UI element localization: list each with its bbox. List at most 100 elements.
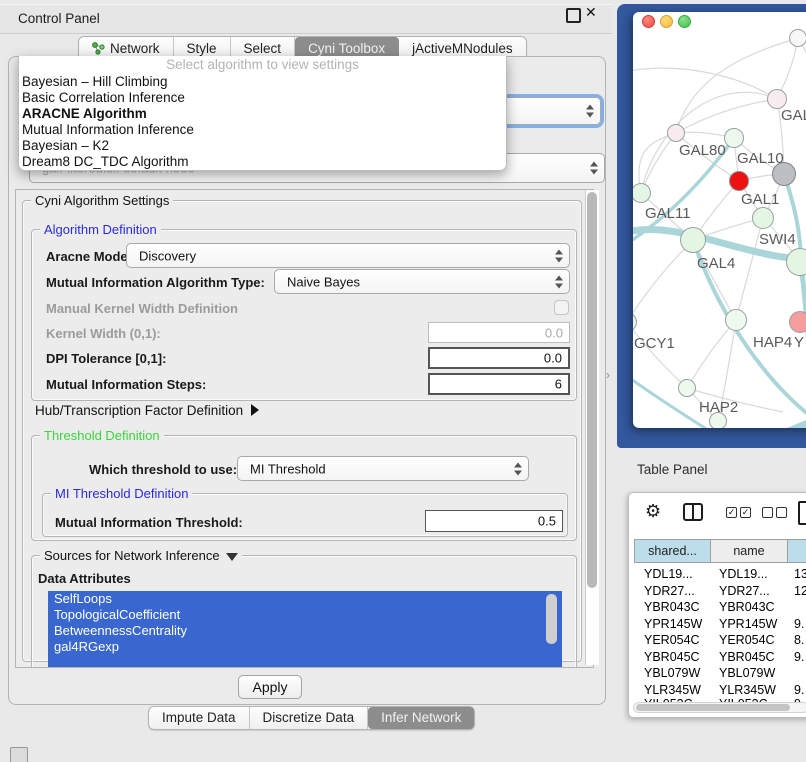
list-scrollbar[interactable]	[546, 594, 557, 644]
kernel-width-label: Kernel Width (0,1):	[46, 326, 161, 341]
column-header-shared-name[interactable]: shared...	[634, 539, 711, 563]
data-attributes-label: Data Attributes	[38, 571, 131, 586]
column-header-partial[interactable]	[788, 539, 806, 563]
float-window-icon[interactable]	[566, 8, 581, 23]
algorithm-option[interactable]: Dream8 DC_TDC Algorithm	[19, 154, 506, 170]
dpi-tolerance-field[interactable]: 0.0	[428, 347, 570, 369]
node-gal80[interactable]	[667, 124, 685, 142]
tab-discretize-data[interactable]: Discretize Data	[250, 707, 369, 729]
threshold-definition-title: Threshold Definition	[40, 428, 164, 443]
aracne-mode-value: Discovery	[139, 248, 196, 263]
cyni-algorithm-settings-group: Cyni Algorithm Settings Algorithm Defini…	[22, 200, 582, 662]
node-gal4[interactable]	[680, 227, 706, 253]
mi-steps-value: 6	[555, 377, 562, 392]
data-attributes-list: SelfLoops TopologicalCoefficient Between…	[48, 591, 562, 668]
apply-button[interactable]: Apply	[238, 675, 302, 699]
which-threshold-value: MI Threshold	[250, 461, 326, 476]
tab-infer-network[interactable]: Infer Network	[368, 707, 474, 729]
aracne-mode-label: Aracne Mode:	[46, 249, 132, 264]
manual-kernel-checkbox[interactable]	[554, 300, 569, 315]
list-item[interactable]: TopologicalCoefficient	[48, 607, 562, 623]
node-red-selected[interactable]	[729, 171, 749, 191]
tab-infer-network-label: Infer Network	[381, 707, 461, 729]
node-gal1[interactable]	[752, 207, 774, 229]
restore-panel-button[interactable]	[10, 747, 28, 762]
table-row[interactable]: YPR145WYPR145W9.	[634, 616, 806, 633]
node-label: SWI4	[759, 231, 796, 248]
node-label: GAL80	[679, 142, 726, 159]
node-label: Y	[794, 334, 804, 351]
node-hap2[interactable]	[678, 379, 696, 397]
node-gal[interactable]	[767, 89, 787, 109]
list-item[interactable]: SelfLoops	[48, 591, 562, 607]
node-hap4[interactable]	[725, 309, 747, 331]
which-threshold-label: Which threshold to use:	[89, 462, 237, 477]
mi-threshold-definition-group: MI Threshold Definition Mutual Informati…	[42, 493, 568, 537]
node-label: GAL11	[645, 205, 691, 222]
dropdown-prompt: Select algorithm to view settings	[19, 56, 506, 74]
select-all-checkbox-icon-2[interactable]: ✓	[740, 507, 751, 518]
deselect-checkbox-icon[interactable]	[762, 507, 773, 518]
algorithm-definition-group: Algorithm Definition Aracne Mode: Discov…	[31, 229, 577, 401]
table-row[interactable]: YBR045CYBR045C9.	[634, 649, 806, 666]
table-row[interactable]: YER054CYER054C8.	[634, 632, 806, 649]
list-item-partial[interactable]	[48, 655, 562, 668]
algorithm-dropdown-popup: Select algorithm to view settings Bayesi…	[18, 56, 507, 171]
sources-title[interactable]: Sources for Network Inference	[40, 548, 242, 563]
combo-stepper-icon	[555, 275, 563, 288]
document-icon[interactable]	[798, 501, 806, 525]
network-icon	[92, 42, 105, 55]
list-item[interactable]: gal4RGexp	[48, 639, 562, 655]
mi-type-select[interactable]: Naive Bayes	[274, 269, 570, 294]
list-item[interactable]: BetweennessCentrality	[48, 623, 562, 639]
deselect-checkbox-icon-2[interactable]	[776, 507, 787, 518]
table-row[interactable]: YDL19...YDL19...13	[634, 566, 806, 583]
settings-scrollbar[interactable]	[585, 190, 599, 665]
algorithm-option[interactable]: Bayesian – Hill Climbing	[19, 74, 506, 90]
hub-definition-toggle[interactable]: Hub/Transcription Factor Definition	[35, 403, 259, 418]
tab-impute-data-label: Impute Data	[162, 707, 236, 729]
expand-right-icon	[251, 404, 259, 416]
node-salmon[interactable]	[789, 311, 806, 333]
mi-steps-field[interactable]: 6	[428, 373, 570, 395]
cyni-algorithm-settings-title: Cyni Algorithm Settings	[31, 193, 173, 208]
table-hscrollbar[interactable]	[633, 702, 806, 713]
mi-threshold-value: 0.5	[538, 514, 556, 529]
column-layout-icon[interactable]	[683, 503, 703, 521]
sources-title-label: Sources for Network Inference	[44, 548, 220, 563]
collapse-down-icon	[226, 553, 238, 561]
combo-stepper-icon	[590, 162, 598, 175]
mi-threshold-field[interactable]: 0.5	[425, 510, 563, 532]
application-window: Control Panel ✕ Network Style Select Cyn…	[0, 0, 806, 762]
sources-group: Sources for Network Inference Data Attri…	[31, 555, 577, 668]
node-label: GAL4	[697, 255, 735, 272]
algorithm-option[interactable]: Mutual Information Inference	[19, 122, 506, 138]
settings-scrollpane: Cyni Algorithm Settings Algorithm Defini…	[15, 189, 594, 668]
algorithm-option[interactable]: Bayesian – K2	[19, 138, 506, 154]
table-row[interactable]: YBL079WYBL079W	[634, 665, 806, 682]
panel-divider-handle[interactable]: ›	[606, 368, 610, 382]
select-all-checkbox-icon[interactable]: ✓	[726, 507, 737, 518]
table-row[interactable]: YBR043CYBR043C	[634, 599, 806, 616]
table-panel-window: ⚙ ✓ ✓ shared... name YDL19...YDL19...13 …	[628, 492, 806, 718]
close-icon[interactable]: ✕	[585, 4, 597, 21]
scrollbar-thumb[interactable]	[587, 192, 597, 588]
node-gal10[interactable]	[724, 128, 744, 148]
threshold-definition-group: Threshold Definition Which threshold to …	[31, 435, 577, 541]
kernel-width-field[interactable]: 0.0	[428, 322, 570, 343]
node-swi4[interactable]	[786, 248, 806, 276]
hscrollbar-thumb[interactable]	[636, 704, 790, 711]
table-row[interactable]: YDR27...YDR27...12	[634, 583, 806, 600]
which-threshold-select[interactable]: MI Threshold	[237, 456, 529, 481]
network-view-window: GAL GAL80 GAL10 GAL1 GAL11 SWI4 GAL4 GCY…	[633, 12, 806, 428]
dpi-tolerance-label: DPI Tolerance [0,1]:	[46, 351, 166, 366]
gear-icon[interactable]: ⚙	[645, 501, 661, 522]
column-header-name[interactable]: name	[711, 539, 788, 563]
algorithm-option-selected[interactable]: ARACNE Algorithm	[19, 106, 506, 122]
aracne-mode-select[interactable]: Discovery	[126, 243, 570, 268]
algorithm-option[interactable]: Basic Correlation Inference	[19, 90, 506, 106]
mi-threshold-definition-title: MI Threshold Definition	[51, 486, 192, 501]
node[interactable]	[789, 29, 806, 47]
combo-stepper-icon	[586, 105, 594, 118]
tab-impute-data[interactable]: Impute Data	[149, 707, 250, 729]
